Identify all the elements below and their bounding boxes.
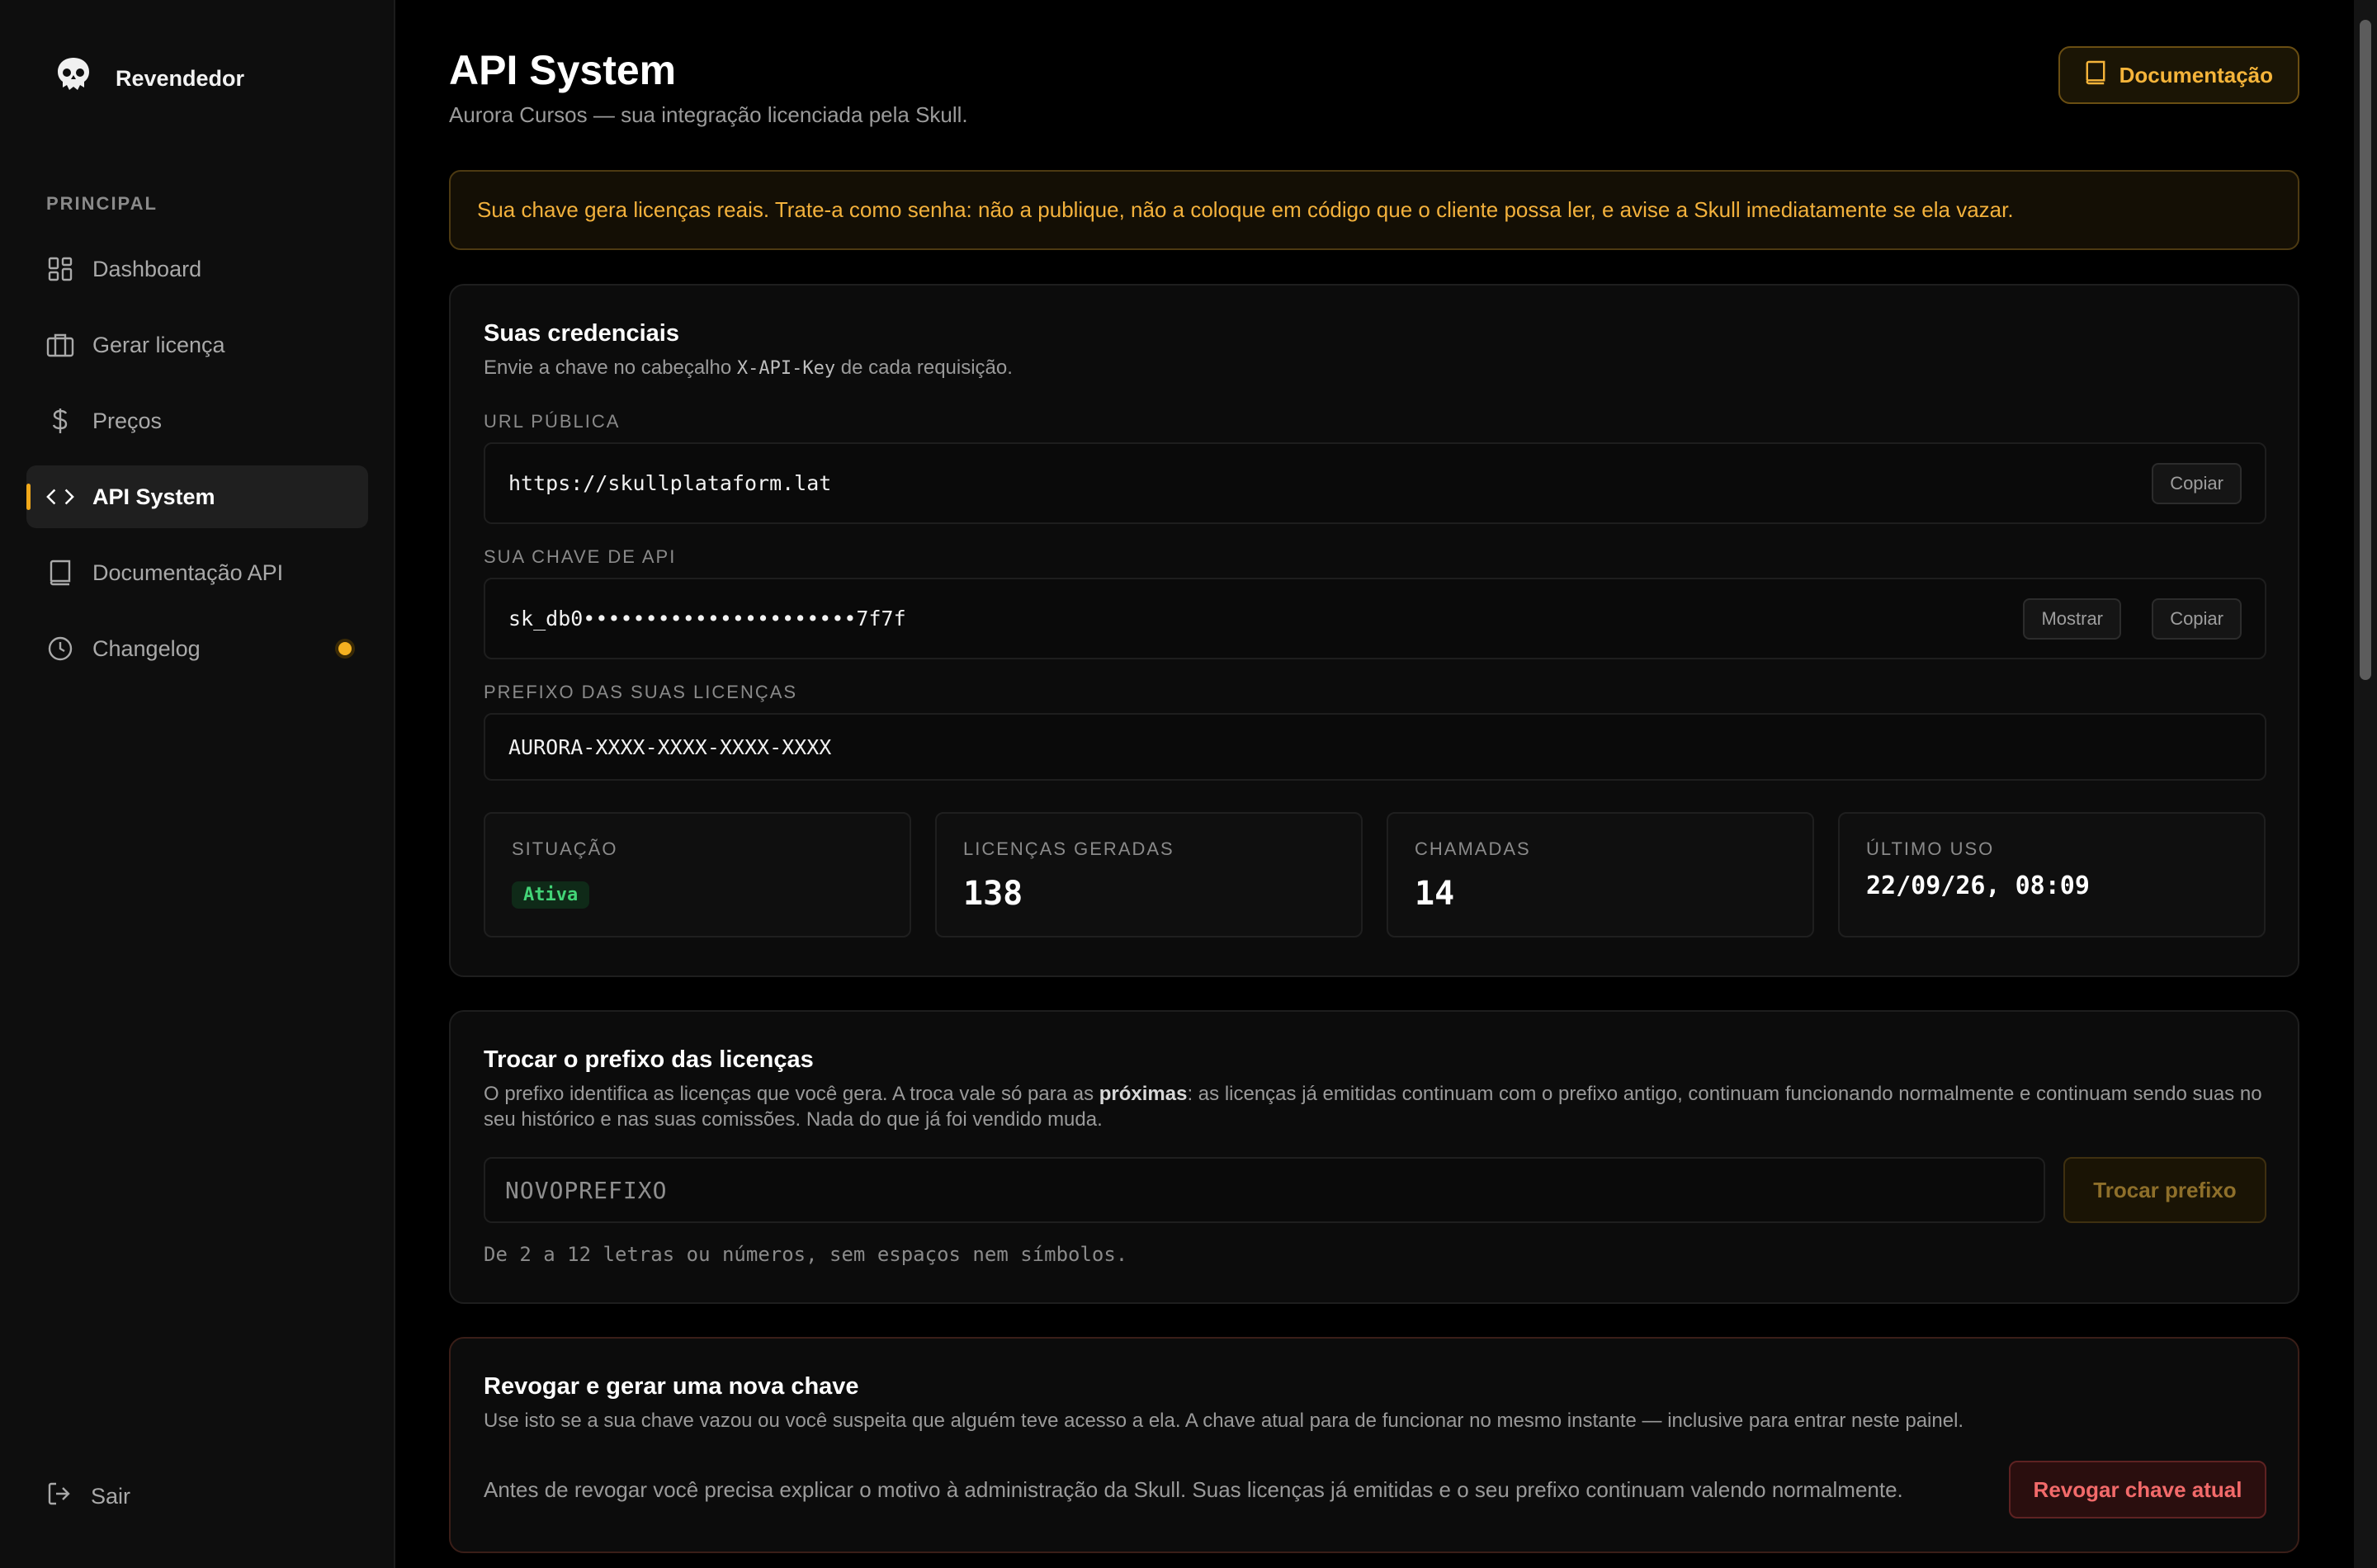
revoke-note: Antes de revogar você precisa explicar o… [484,1477,1903,1502]
sidebar-item-label: Preços [92,408,163,433]
stat-label: SITUAÇÃO [512,838,618,859]
sidebar-item-precos[interactable]: Preços [26,390,368,452]
prefix-change-description: O prefixo identifica as licenças que voc… [484,1081,2266,1132]
stat-value: 138 [963,875,1023,913]
book-icon [46,559,74,587]
stat-calls: CHAMADAS 14 [1387,812,1814,937]
prefix-hint: De 2 a 12 letras ou números, sem espaços… [484,1243,1128,1266]
credentials-card: Suas credenciais Envie a chave no cabeça… [449,284,2299,977]
sidebar-item-label: Dashboard [92,256,202,281]
copy-key-button[interactable]: Copiar [2152,597,2242,640]
header-name-code: X-API-Key [736,358,836,379]
page-subtitle: Aurora Cursos — sua integração licenciad… [449,102,968,127]
sidebar-item-label: Documentação API [92,560,284,585]
brand-name: Revendedor [116,66,245,91]
dollar-icon [46,407,74,435]
sidebar-item-label: Gerar licença [92,332,225,357]
documentation-button[interactable]: Documentação [2058,46,2299,104]
sidebar-item-label: Changelog [92,635,201,661]
briefcase-icon [46,331,74,359]
revoke-key-button[interactable]: Revogar chave atual [2009,1461,2266,1518]
logout-label: Sair [91,1484,131,1509]
credentials-title: Suas credenciais [484,320,679,347]
sidebar-item-api-system[interactable]: API System [26,465,368,528]
book-icon [2085,60,2106,91]
show-key-button[interactable]: Mostrar [2023,597,2121,640]
stat-label: LICENÇAS GERADAS [963,838,1174,859]
license-prefix-field: AURORA-XXXX-XXXX-XXXX-XXXX [484,713,2266,781]
logout-icon [46,1481,73,1513]
revoke-title: Revogar e gerar uma nova chave [484,1373,859,1400]
public-url-field: https://skullplataform.lat Copiar [484,442,2266,524]
credentials-subtitle: Envie a chave no cabeçalho X-API-Key de … [484,355,1013,381]
nav-section-label: PRINCIPAL [46,193,158,214]
clock-icon [46,635,74,663]
scrollbar[interactable] [2354,0,2377,1568]
sidebar-item-gerar-licenca[interactable]: Gerar licença [26,314,368,376]
prefix-label: PREFIXO DAS SUAS LICENÇAS [484,682,798,702]
prefix-change-card: Trocar o prefixo das licenças O prefixo … [449,1010,2299,1304]
security-warning: Sua chave gera licenças reais. Trate-a c… [449,170,2299,250]
api-key-field: sk_db0••••••••••••••••••••••7f7f Mostrar… [484,578,2266,659]
change-prefix-button[interactable]: Trocar prefixo [2063,1157,2266,1223]
warning-text: Sua chave gera licenças reais. Trate-a c… [477,197,2014,222]
scrollbar-thumb[interactable] [2360,20,2371,680]
documentation-button-label: Documentação [2119,62,2273,87]
logout-button[interactable]: Sair [46,1481,130,1513]
new-prefix-input[interactable]: NOVOPREFIXO [484,1157,2045,1223]
url-label: URL PÚBLICA [484,411,621,432]
sidebar-item-documentacao-api[interactable]: Documentação API [26,541,368,604]
sidebar-item-changelog[interactable]: Changelog [26,617,368,680]
stat-status: SITUAÇÃO Ativa [484,812,911,937]
grid-icon [46,255,74,283]
notification-dot [338,642,352,655]
sidebar: Revendedor PRINCIPAL Dashboard Gerar lic… [0,0,395,1568]
desc-text: O prefixo identifica as licenças que voc… [484,1083,1099,1105]
stat-value: 22/09/26, 08:09 [1866,871,2090,900]
revoke-card: Revogar e gerar uma nova chave Use isto … [449,1337,2299,1553]
sidebar-item-label: API System [92,484,215,509]
prefix-change-title: Trocar o prefixo das licenças [484,1046,814,1073]
main-nav: Dashboard Gerar licença Preços API Syste… [26,238,368,693]
desc-bold: próximas [1099,1083,1188,1105]
stat-value: 14 [1415,875,1455,913]
credentials-subtitle-text: Envie a chave no cabeçalho [484,357,737,379]
revoke-description: Use isto se a sua chave vazou ou você su… [484,1410,1964,1432]
status-badge: Ativa [512,881,590,909]
stat-licenses: LICENÇAS GERADAS 138 [935,812,1363,937]
page-title: API System [449,47,677,93]
brand[interactable]: Revendedor [54,56,244,102]
skull-logo-icon [54,56,92,102]
stat-label: CHAMADAS [1415,838,1531,859]
copy-url-button[interactable]: Copiar [2152,462,2242,504]
stat-label: ÚLTIMO USO [1866,838,1995,859]
api-key-value[interactable]: sk_db0••••••••••••••••••••••7f7f [508,607,906,631]
api-key-label: SUA CHAVE DE API [484,546,677,567]
license-prefix-value[interactable]: AURORA-XXXX-XXXX-XXXX-XXXX [508,735,831,759]
stat-last-use: ÚLTIMO USO 22/09/26, 08:09 [1838,812,2266,937]
sidebar-item-dashboard[interactable]: Dashboard [26,238,368,300]
code-icon [46,483,74,511]
credentials-subtitle-text-end: de cada requisição. [835,357,1013,379]
public-url-value[interactable]: https://skullplataform.lat [508,471,831,495]
